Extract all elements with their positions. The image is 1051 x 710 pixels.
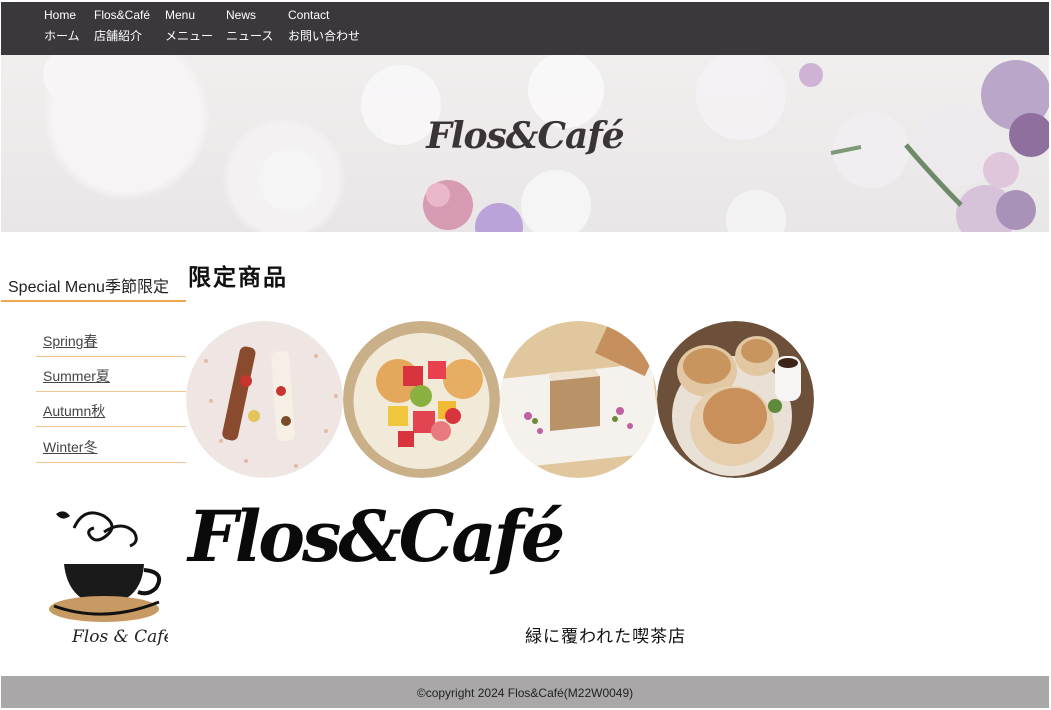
top-navigation: Home ホーム Flos&Café 店舗紹介 Menu メニュー News ニ…: [1, 2, 1049, 55]
sidebar-item-spring[interactable]: Spring春: [36, 322, 186, 357]
footer: ©copyright 2024 Flos&Café(M22W0049): [1, 676, 1049, 708]
copyright-text: ©copyright 2024 Flos&Café(M22W0049): [416, 686, 634, 700]
nav-label-jp: ホーム: [44, 29, 80, 43]
nav-label-jp: メニュー: [165, 29, 214, 43]
nav-label-en: Contact: [288, 8, 330, 22]
nav-label-en: Menu: [165, 8, 196, 22]
tagline: 緑に覆われた喫茶店: [525, 627, 687, 647]
nav-menu[interactable]: Menu メニュー: [165, 8, 213, 44]
sidebar-item-label: Spring春: [43, 333, 98, 349]
sidebar-item-winter[interactable]: Winter冬: [36, 428, 186, 463]
sidebar-title: Special Menu季節限定: [1, 268, 186, 302]
nav-label-en: Flos&Café: [94, 8, 151, 22]
nav-label-jp: お問い合わせ: [288, 29, 361, 43]
hero-banner: Flos&Café: [1, 55, 1049, 232]
cup-logo-text: Flos & Café: [71, 627, 168, 647]
nav-label-jp: ニュース: [226, 29, 274, 43]
sidebar-item-label: Autumn秋: [43, 403, 106, 419]
cake-slice-image: [500, 321, 657, 478]
big-logo-text: Flos&Café: [188, 495, 565, 578]
nav-label-jp: 店舗紹介: [94, 29, 143, 43]
nav-contact[interactable]: Contact お問い合わせ: [288, 8, 360, 44]
section-heading: 限定商品: [188, 264, 288, 291]
sidebar-item-autumn[interactable]: Autumn秋: [36, 392, 186, 427]
sidebar-item-label: Summer夏: [43, 368, 110, 384]
nav-label-en: Home: [44, 8, 77, 22]
nav-news[interactable]: News ニュース: [226, 8, 273, 44]
sidebar-item-summer[interactable]: Summer夏: [36, 357, 186, 392]
sidebar-item-label: Winter冬: [43, 439, 98, 455]
nav-label-en: News: [226, 8, 257, 22]
hero-title: Flos&Café: [426, 115, 624, 157]
souffle-pancake-image: [657, 321, 814, 478]
nav-home[interactable]: Home ホーム: [44, 8, 80, 44]
dessert-plate-image: [186, 321, 343, 478]
fruit-pancake-image: [343, 321, 500, 478]
cafe-cup-logo: Flos & Café: [49, 511, 168, 647]
nav-store[interactable]: Flos&Café 店舗紹介: [94, 8, 150, 44]
